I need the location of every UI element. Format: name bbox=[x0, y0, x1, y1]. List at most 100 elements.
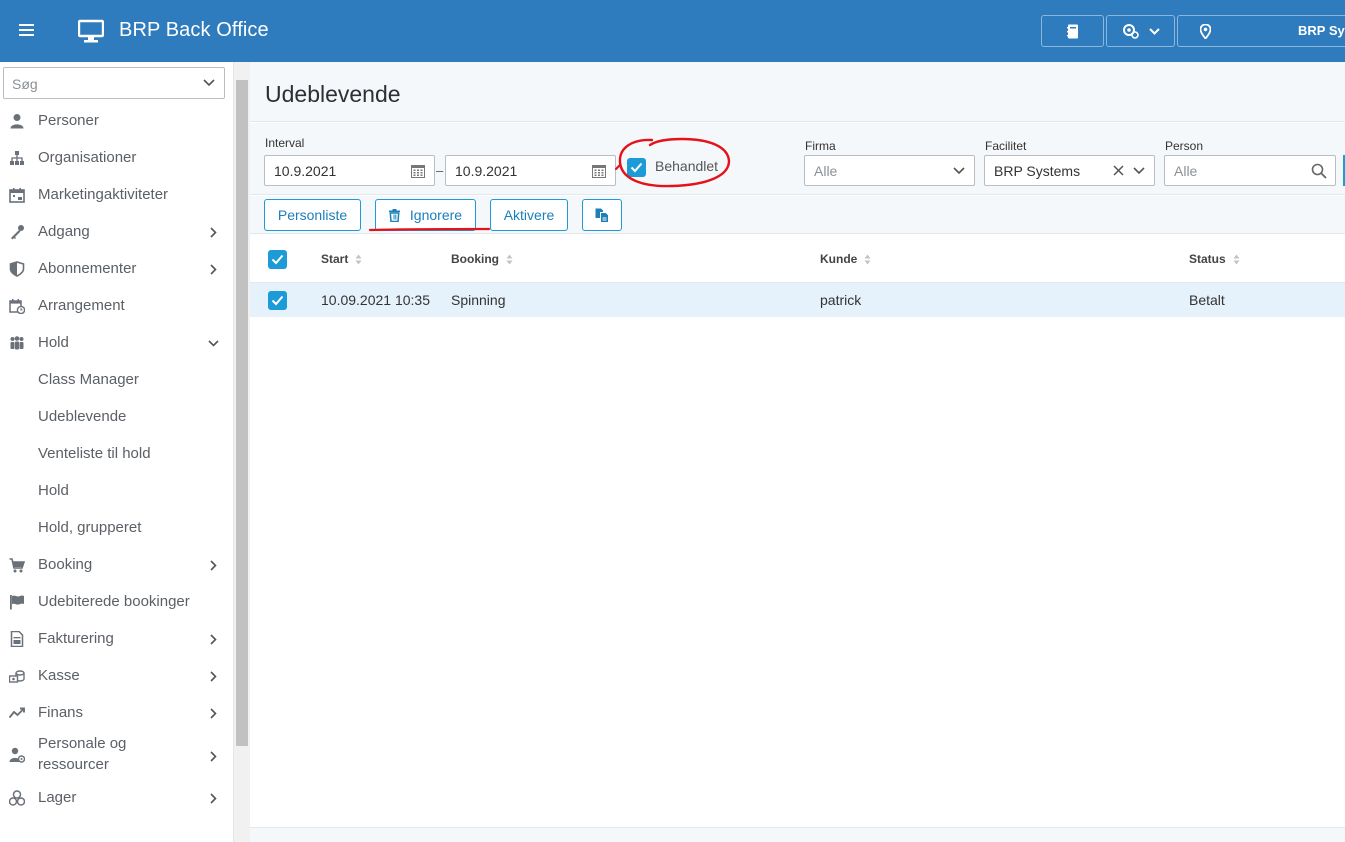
sidebar-subitem-venteliste[interactable]: Venteliste til hold bbox=[0, 435, 233, 472]
sidebar-nav: Personer Organisationer Marketingaktivit… bbox=[0, 102, 233, 816]
scrollbar-thumb[interactable] bbox=[236, 80, 248, 746]
chevron-right-icon bbox=[210, 264, 217, 275]
sidebar-item-lager[interactable]: Lager bbox=[0, 779, 233, 816]
select-all-checkbox[interactable] bbox=[268, 250, 287, 269]
sidebar-item-label: Booking bbox=[38, 556, 93, 573]
sidebar-item-label: Class Manager bbox=[38, 371, 139, 388]
sidebar-subitem-udeblevende[interactable]: Udeblevende bbox=[0, 398, 233, 435]
cell-start: 10.09.2021 10:35 bbox=[321, 292, 430, 308]
notebook-button[interactable] bbox=[1041, 15, 1104, 47]
sidebar-search-select[interactable]: Søg bbox=[3, 67, 225, 99]
aktivere-button[interactable]: Aktivere bbox=[490, 199, 568, 231]
column-header-start[interactable]: Start bbox=[321, 252, 362, 266]
table-header: Start Booking Kunde Status bbox=[250, 234, 1345, 283]
person-search-input[interactable]: Alle bbox=[1164, 155, 1336, 186]
sidebar-item-personer[interactable]: Personer bbox=[0, 102, 233, 139]
check-icon bbox=[271, 295, 284, 306]
title-bar: Udeblevende bbox=[250, 62, 1345, 122]
calendar-icon bbox=[592, 165, 606, 178]
menu-icon[interactable] bbox=[19, 24, 34, 38]
invoice-icon bbox=[10, 631, 24, 647]
cell-kunde: patrick bbox=[820, 292, 862, 308]
cell-status: Betalt bbox=[1189, 292, 1225, 308]
sidebar-item-label: Arrangement bbox=[38, 297, 125, 314]
sidebar-item-label: Udebiterede bookinger bbox=[38, 593, 190, 610]
sitemap-icon bbox=[10, 151, 24, 165]
sidebar-item-arrangement[interactable]: Arrangement bbox=[0, 287, 233, 324]
chevron-right-icon bbox=[210, 671, 217, 682]
chevron-right-icon bbox=[210, 634, 217, 645]
boxes-icon bbox=[9, 790, 25, 806]
column-header-status[interactable]: Status bbox=[1189, 252, 1240, 266]
clear-icon[interactable] bbox=[1113, 165, 1124, 176]
shield-icon bbox=[9, 261, 25, 277]
sort-icon bbox=[1233, 254, 1240, 264]
chevron-down-icon bbox=[208, 340, 219, 347]
filter-bar: Interval 10.9.2021 – 10.9.2021 Behandlet… bbox=[250, 123, 1345, 195]
flag-icon bbox=[10, 595, 24, 610]
sidebar-item-label: Hold bbox=[38, 482, 69, 499]
column-header-booking[interactable]: Booking bbox=[451, 252, 513, 266]
annotation-underline bbox=[368, 227, 491, 232]
table-row[interactable]: 10.09.2021 10:35 Spinning patrick Betalt bbox=[250, 283, 1345, 317]
date-from-input[interactable]: 10.9.2021 bbox=[264, 155, 435, 186]
sidebar-item-udebiterede-bookinger[interactable]: Udebiterede bookinger bbox=[0, 583, 233, 620]
chevron-right-icon bbox=[210, 560, 217, 571]
sidebar-item-label: Hold bbox=[38, 334, 69, 351]
firma-select[interactable]: Alle bbox=[804, 155, 975, 186]
location-button[interactable]: BRP Systems bbox=[1177, 15, 1345, 47]
ignorere-label: Ignorere bbox=[409, 207, 463, 223]
date-range-separator: – bbox=[436, 163, 444, 178]
interval-label: Interval bbox=[265, 136, 305, 150]
column-header-label: Booking bbox=[451, 252, 499, 266]
chevron-down-icon bbox=[1148, 27, 1160, 35]
gears-icon bbox=[1122, 24, 1139, 39]
sidebar-item-label: Organisationer bbox=[38, 149, 137, 166]
chevron-right-icon bbox=[210, 751, 217, 762]
sidebar-item-finans[interactable]: Finans bbox=[0, 694, 233, 731]
date-to-input[interactable]: 10.9.2021 bbox=[445, 155, 616, 186]
sidebar-item-organisationer[interactable]: Organisationer bbox=[0, 139, 233, 176]
sidebar-subitem-hold[interactable]: Hold bbox=[0, 472, 233, 509]
person-icon bbox=[10, 114, 24, 129]
sidebar-scrollbar[interactable] bbox=[233, 62, 250, 842]
sidebar-subitem-class-manager[interactable]: Class Manager bbox=[0, 361, 233, 398]
sidebar-item-booking[interactable]: Booking bbox=[0, 546, 233, 583]
key-icon bbox=[11, 225, 24, 240]
sidebar-item-adgang[interactable]: Adgang bbox=[0, 213, 233, 250]
export-button[interactable] bbox=[582, 199, 622, 231]
sidebar-item-label: Personer bbox=[38, 112, 99, 129]
sidebar-subitem-hold-grupperet[interactable]: Hold, grupperet bbox=[0, 509, 233, 546]
cash-icon bbox=[9, 670, 25, 683]
sidebar-item-marketingaktiviteter[interactable]: Marketingaktiviteter bbox=[0, 176, 233, 213]
row-checkbox[interactable] bbox=[268, 291, 287, 310]
sidebar-item-label: Personale og ressourcer bbox=[38, 733, 126, 775]
firma-label: Firma bbox=[805, 139, 836, 153]
sidebar-item-label: Kasse bbox=[38, 667, 80, 684]
map-marker-icon bbox=[1200, 23, 1211, 39]
sidebar-item-kasse[interactable]: Kasse bbox=[0, 657, 233, 694]
cart-icon bbox=[9, 558, 25, 573]
settings-dropdown-button[interactable] bbox=[1106, 15, 1175, 47]
chevron-right-icon bbox=[210, 793, 217, 804]
search-icon[interactable] bbox=[1311, 163, 1327, 179]
facilitet-select[interactable]: BRP Systems bbox=[984, 155, 1155, 186]
cell-booking: Spinning bbox=[451, 292, 506, 308]
column-header-kunde[interactable]: Kunde bbox=[820, 252, 871, 266]
sidebar-item-label: Marketingaktiviteter bbox=[38, 186, 169, 203]
facilitet-label: Facilitet bbox=[985, 139, 1027, 153]
app-title: BRP Back Office bbox=[119, 19, 269, 41]
sort-icon bbox=[506, 254, 513, 264]
sidebar-item-label: Venteliste til hold bbox=[38, 445, 151, 462]
sidebar-item-fakturering[interactable]: Fakturering bbox=[0, 620, 233, 657]
sidebar-item-abonnementer[interactable]: Abonnementer bbox=[0, 250, 233, 287]
sidebar: Søg Personer Organisationer Marketingakt… bbox=[0, 62, 233, 842]
sidebar-item-personale-og-ressourcer[interactable]: Personale og ressourcer bbox=[0, 731, 233, 779]
sidebar-item-hold[interactable]: Hold bbox=[0, 324, 233, 361]
person-placeholder: Alle bbox=[1174, 163, 1198, 179]
chevron-down-icon bbox=[953, 167, 965, 175]
sidebar-item-label-line2: ressourcer bbox=[38, 756, 109, 773]
column-header-label: Kunde bbox=[820, 252, 858, 266]
sidebar-item-label: Finans bbox=[38, 704, 84, 721]
personliste-button[interactable]: Personliste bbox=[264, 199, 361, 231]
